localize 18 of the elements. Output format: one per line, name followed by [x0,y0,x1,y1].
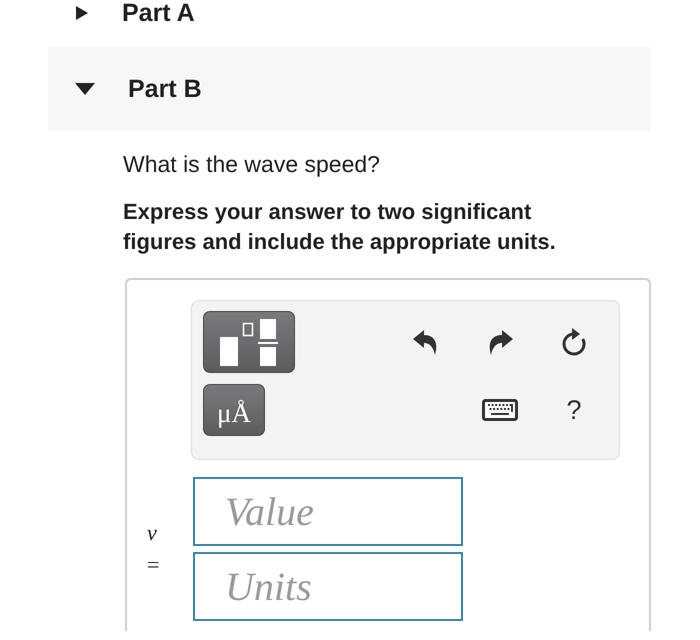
equals-sign: = [147,551,160,579]
help-button[interactable]: ? [566,395,582,425]
caret-icon [76,6,88,20]
answer-field[interactable]: Value [193,477,463,546]
template-button[interactable] [203,311,295,373]
caret-icon [75,83,95,95]
undo-icon[interactable] [413,330,439,354]
keyboard-icon[interactable] [482,399,518,421]
units-button[interactable]: μÅ [203,384,265,436]
instructions-text: Express your answer to two significant figures and include the appropriate units. [123,198,557,256]
answer-field[interactable]: Units [193,552,463,621]
reset-icon[interactable] [560,327,588,357]
redo-icon[interactable] [487,330,513,354]
variable-label: v [147,519,157,547]
part-header[interactable]: Part A [48,0,651,26]
exponent-fraction-icon [220,318,278,366]
part-header[interactable]: Part B [48,47,651,131]
question-text: What is the wave speed? [123,150,381,178]
